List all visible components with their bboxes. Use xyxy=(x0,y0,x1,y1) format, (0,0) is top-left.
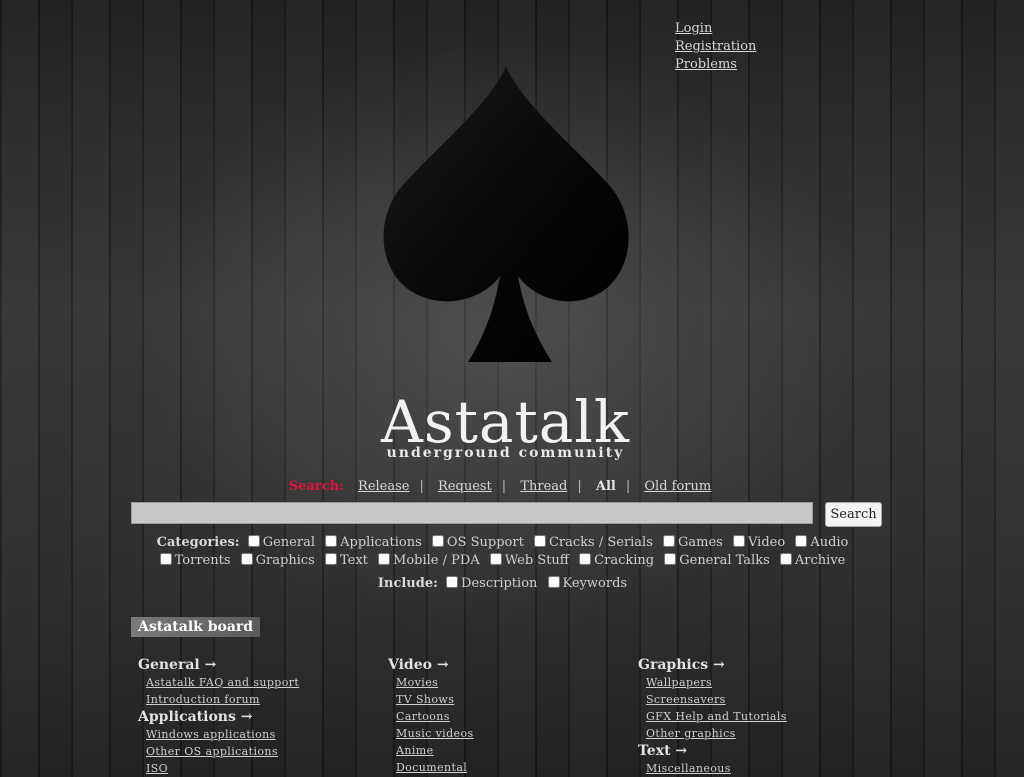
checkbox[interactable] xyxy=(378,553,391,565)
category-cracks-serials[interactable]: Cracks / Serials xyxy=(533,535,653,550)
forum-link[interactable]: Miscellaneous xyxy=(646,760,878,777)
checkbox[interactable] xyxy=(247,535,260,547)
section-links: Movies TV Shows Cartoons Music videos An… xyxy=(388,674,628,776)
separator: | xyxy=(501,479,507,494)
forum-link[interactable]: ISO xyxy=(146,760,378,777)
forum-link[interactable]: Introduction forum xyxy=(146,691,378,708)
category-web-stuff[interactable]: Web Stuff xyxy=(489,553,569,568)
board-header: Astatalk board xyxy=(131,617,261,637)
category-mobile-pda[interactable]: Mobile / PDA xyxy=(378,553,480,568)
forum-link[interactable]: GFX Help and Tutorials xyxy=(646,708,878,725)
categories-row: Torrents Graphics Text Mobile / PDA Web … xyxy=(0,552,1011,570)
checkbox[interactable] xyxy=(446,576,459,588)
forum-link[interactable]: Anime xyxy=(396,742,628,759)
category-graphics[interactable]: Graphics xyxy=(240,553,315,568)
checkbox[interactable] xyxy=(779,553,792,565)
board-column: Video → Movies TV Shows Cartoons Music v… xyxy=(388,656,628,776)
checkbox[interactable] xyxy=(431,535,444,547)
checkbox[interactable] xyxy=(795,535,808,547)
registration-link[interactable]: Registration xyxy=(675,38,756,56)
category-audio[interactable]: Audio xyxy=(795,535,848,550)
section-title-text[interactable]: Text → xyxy=(638,742,878,760)
search-mode-release[interactable]: Release xyxy=(358,479,409,494)
checkbox[interactable] xyxy=(533,535,546,547)
category-general[interactable]: General xyxy=(247,535,315,550)
include-description[interactable]: Description xyxy=(446,576,537,591)
forum-link[interactable]: Astatalk FAQ and support xyxy=(146,674,378,691)
checkbox[interactable] xyxy=(325,535,338,547)
section-title-video[interactable]: Video → xyxy=(388,656,628,674)
include-keywords[interactable]: Keywords xyxy=(547,576,627,591)
category-archive[interactable]: Archive xyxy=(779,553,845,568)
search-mode-bar: Search: Release | Request | Thread | All | O… xyxy=(0,479,1000,494)
account-links: Login Registration Problems xyxy=(675,20,756,74)
spade-icon xyxy=(383,66,629,362)
checkbox[interactable] xyxy=(733,535,745,547)
checkbox[interactable] xyxy=(579,553,592,565)
section-links: Windows applications Other OS applicatio… xyxy=(138,726,378,777)
board-column: General → Astatalk FAQ and support Intro… xyxy=(138,656,378,777)
checkbox[interactable] xyxy=(159,553,172,565)
forum-link[interactable]: Music videos xyxy=(396,725,628,742)
checkbox[interactable] xyxy=(489,553,502,565)
separator: | xyxy=(577,479,582,494)
forum-link[interactable]: Other graphics xyxy=(646,725,878,742)
category-games[interactable]: Games xyxy=(663,535,723,550)
separator: | xyxy=(625,479,631,494)
checkbox[interactable] xyxy=(240,553,253,565)
checkbox[interactable] xyxy=(663,535,676,547)
category-video[interactable]: Video xyxy=(733,535,785,550)
search-button[interactable]: Search xyxy=(825,502,882,527)
categories-label: Categories: xyxy=(156,535,240,550)
category-text[interactable]: Text xyxy=(324,553,368,568)
forum-link[interactable]: Cartoons xyxy=(396,708,628,725)
problems-link[interactable]: Problems xyxy=(675,56,756,74)
forum-link[interactable]: Wallpapers xyxy=(646,674,878,691)
old-forum-link[interactable]: Old forum xyxy=(644,479,711,494)
checkbox[interactable] xyxy=(324,553,337,565)
separator: | xyxy=(419,479,424,494)
checkbox[interactable] xyxy=(547,576,560,588)
search-mode-all[interactable]: All xyxy=(596,479,616,494)
forum-link[interactable]: Other OS applications xyxy=(146,743,378,760)
checkbox[interactable] xyxy=(664,553,677,565)
include-row: Include: Description Keywords xyxy=(0,575,1011,593)
category-applications[interactable]: Applications xyxy=(325,535,422,550)
section-links: Miscellaneous xyxy=(638,760,878,777)
section-links: Wallpapers Screensavers GFX Help and Tut… xyxy=(638,674,878,742)
category-cracking[interactable]: Cracking xyxy=(579,553,654,568)
categories-row: Categories: General Applications OS Supp… xyxy=(0,534,1011,552)
section-title-applications[interactable]: Applications → xyxy=(138,708,378,726)
category-torrents[interactable]: Torrents xyxy=(159,553,231,568)
section-title-general[interactable]: General → xyxy=(138,656,378,674)
search-mode-thread[interactable]: Thread xyxy=(520,479,567,494)
forum-link[interactable]: Screensavers xyxy=(646,691,878,708)
category-os-support[interactable]: OS Support xyxy=(431,535,524,550)
search-input[interactable] xyxy=(131,502,813,524)
section-title-graphics[interactable]: Graphics → xyxy=(638,656,878,674)
search-label: Search: xyxy=(288,479,344,494)
login-link[interactable]: Login xyxy=(675,20,756,38)
include-label: Include: xyxy=(377,576,438,591)
forum-link[interactable]: Movies xyxy=(396,674,628,691)
search-mode-request[interactable]: Request xyxy=(438,479,492,494)
forum-link[interactable]: TV Shows xyxy=(396,691,628,708)
site-subtitle: underground community xyxy=(386,445,625,461)
board-column: Graphics → Wallpapers Screensavers GFX H… xyxy=(638,656,878,777)
forum-link[interactable]: Windows applications xyxy=(146,726,378,743)
category-general-talks[interactable]: General Talks xyxy=(664,553,770,568)
section-links: Astatalk FAQ and support Introduction fo… xyxy=(138,674,378,708)
